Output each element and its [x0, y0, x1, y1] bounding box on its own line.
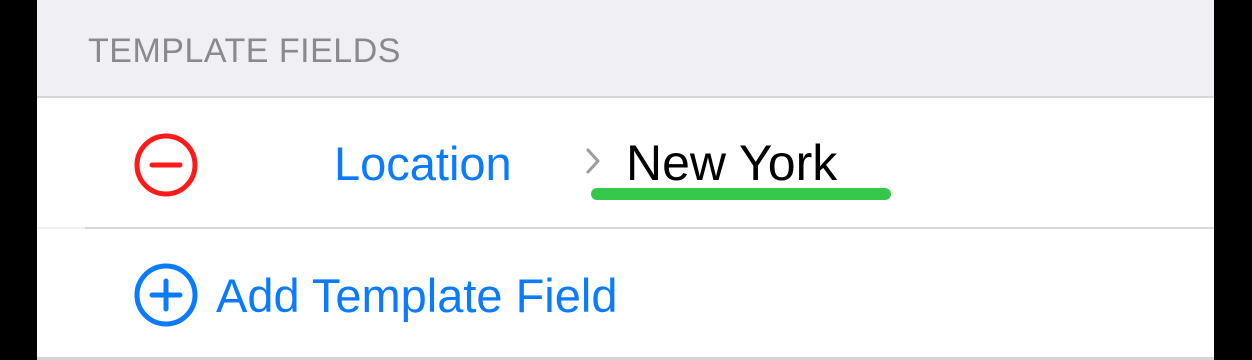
template-field-row: Location New York: [37, 98, 1214, 227]
chevron-right-icon: [584, 146, 602, 176]
add-field-row[interactable]: Add Template Field: [37, 229, 1214, 357]
field-value-underline: [591, 188, 891, 200]
template-fields-screen: TEMPLATE FIELDS Location New York Add Te…: [37, 0, 1214, 360]
add-template-field-button[interactable]: Add Template Field: [216, 268, 617, 323]
field-value-input[interactable]: New York: [626, 134, 837, 192]
section-header: TEMPLATE FIELDS: [88, 32, 401, 70]
minus-circle-icon[interactable]: [133, 132, 199, 198]
field-name-label[interactable]: Location: [334, 136, 512, 191]
plus-circle-icon[interactable]: [133, 262, 199, 328]
